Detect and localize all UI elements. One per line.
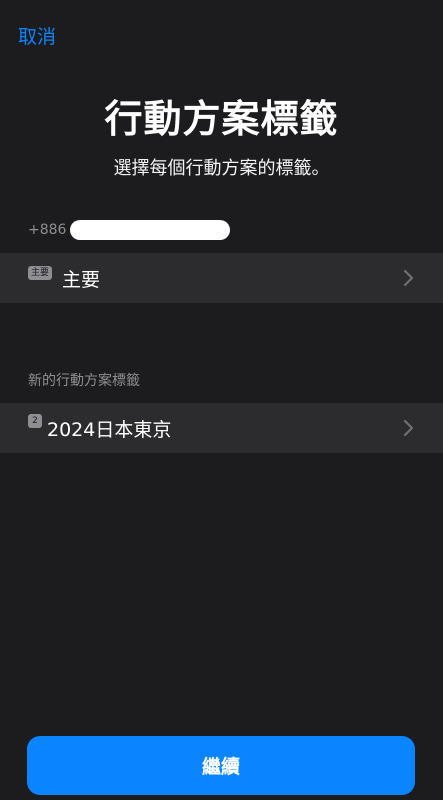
plan-row-label: 2024日本東京: [47, 418, 172, 441]
continue-button[interactable]: 繼續: [27, 736, 415, 795]
plan-badge-icon: 主要: [28, 266, 53, 280]
phone-number-label: +886: [28, 220, 231, 240]
redacted-phone-number: [70, 220, 231, 240]
chevron-right-icon: [403, 269, 414, 287]
plan-row-label: 主要: [62, 268, 101, 291]
page-title: 行動方案標籤: [104, 97, 339, 141]
plan-row-new[interactable]: 2 2024日本東京: [0, 403, 443, 453]
phone-prefix: +886: [28, 222, 67, 238]
plan-row-primary[interactable]: 主要 主要: [0, 253, 443, 303]
plan-label-screen: 取消 行動方案標籤 選擇每個行動方案的標籤。 +886 主要 主要 新的行動方案…: [0, 0, 443, 800]
cancel-button[interactable]: 取消: [18, 22, 56, 49]
page-subtitle: 選擇每個行動方案的標籤。: [113, 158, 330, 179]
chevron-right-icon: [403, 419, 414, 437]
plan-badge-icon: 2: [28, 414, 42, 428]
new-plan-section-label: 新的行動方案標籤: [28, 373, 140, 389]
